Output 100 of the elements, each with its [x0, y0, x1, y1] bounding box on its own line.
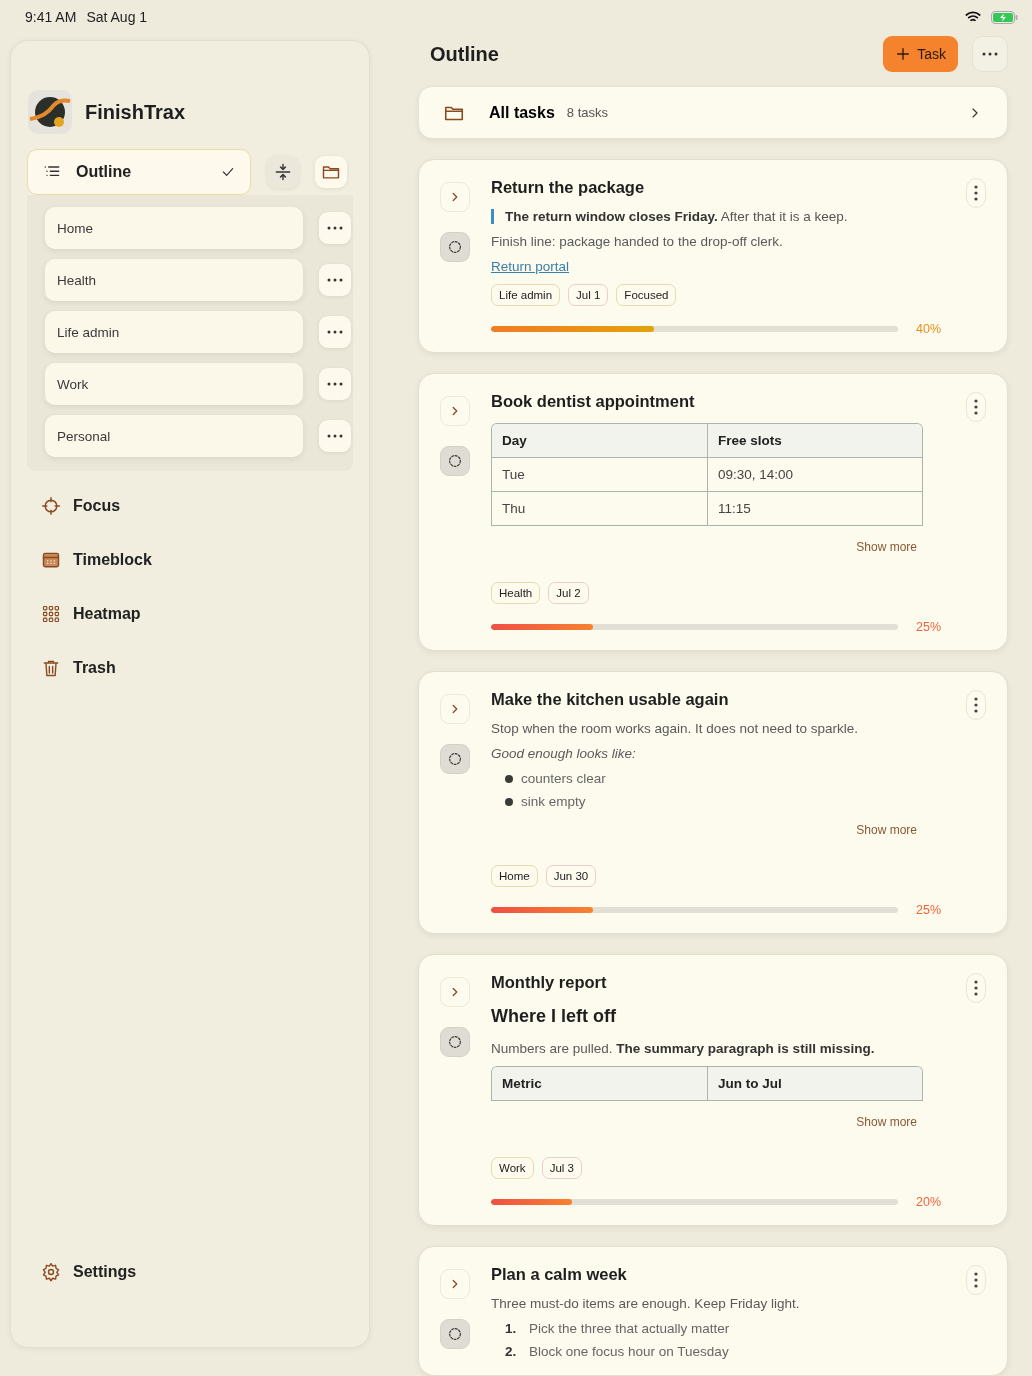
- task-title: Make the kitchen usable again: [491, 690, 730, 709]
- dashed-circle-icon: [447, 1034, 463, 1050]
- more-icon: [327, 382, 343, 386]
- note-text: Good enough looks like:: [491, 746, 637, 761]
- task-title: Book dentist appointment: [491, 392, 696, 411]
- dashed-circle-icon: [447, 453, 463, 469]
- more-icon: [327, 226, 343, 230]
- expand-button[interactable]: [440, 1269, 470, 1299]
- list-more-button[interactable]: [319, 264, 351, 296]
- calendar-icon: [41, 550, 61, 570]
- folder-button[interactable]: [315, 156, 347, 188]
- list-number: 2.: [505, 1344, 518, 1359]
- show-more-button[interactable]: Show more: [856, 536, 917, 572]
- description-text: Finish line: package handed to the drop-off clerk.: [491, 234, 784, 249]
- list-more-button[interactable]: [319, 420, 351, 452]
- list-item-text: Pick the three that actually matter: [529, 1321, 730, 1336]
- list-more-button[interactable]: [319, 368, 351, 400]
- dashed-circle-icon: [447, 239, 463, 255]
- list-item[interactable]: Life admin: [45, 311, 303, 353]
- expand-button[interactable]: [440, 694, 470, 724]
- page-title: Outline: [430, 42, 500, 66]
- more-icon: [982, 52, 998, 56]
- list-item[interactable]: Work: [45, 363, 303, 405]
- description-text: Three must-do items are enough. Keep Friday light.: [491, 1296, 801, 1311]
- task-menu-button[interactable]: [966, 178, 986, 208]
- column-header: Metric: [501, 1075, 543, 1093]
- nav-item[interactable]: Trash: [27, 641, 130, 695]
- column-header: Day: [501, 432, 528, 450]
- grid-icon: [41, 604, 61, 624]
- status-time: 9:41 AM: [25, 9, 77, 25]
- view-picker[interactable]: Outline: [27, 149, 251, 195]
- more-icon: [974, 1272, 978, 1288]
- wifi-icon: [965, 10, 981, 24]
- nav-item[interactable]: Timeblock: [27, 533, 166, 587]
- list-item[interactable]: Home: [45, 207, 303, 249]
- category-tag: Focused: [616, 284, 677, 306]
- table-cell-text: Tue: [501, 466, 526, 484]
- description-text: Numbers are pulled. The summary paragraph is still missing.: [491, 1041, 876, 1056]
- trash-icon: [41, 658, 61, 678]
- complete-button[interactable]: [440, 1319, 470, 1349]
- progress-reading: 25%: [916, 903, 942, 917]
- more-button[interactable]: [972, 36, 1008, 72]
- settings-item[interactable]: Settings: [27, 1245, 151, 1299]
- dashed-circle-icon: [447, 1326, 463, 1342]
- bullet-icon: [505, 797, 513, 806]
- add-task-button[interactable]: Task: [883, 36, 958, 72]
- collapse-button[interactable]: [267, 156, 299, 188]
- more-icon: [327, 330, 343, 334]
- collapse-icon: [273, 162, 293, 182]
- app-logo: [27, 89, 73, 135]
- list-number: 1.: [505, 1321, 518, 1336]
- task-title: Plan a calm week: [491, 1265, 628, 1284]
- table-cell-text: Thu: [501, 500, 527, 518]
- column-header: Jun to Jul: [707, 1067, 922, 1100]
- category-tag: Life admin: [491, 284, 561, 306]
- list-more-button[interactable]: [319, 316, 351, 348]
- list-more-button[interactable]: [319, 212, 351, 244]
- description-text: Stop when the room works again. It does not need to sparkle.: [491, 721, 859, 736]
- complete-button[interactable]: [440, 1027, 470, 1057]
- plus-icon: [895, 46, 912, 62]
- show-more-button[interactable]: Show more: [856, 819, 917, 855]
- category-tag: Health: [491, 582, 541, 604]
- more-icon: [974, 980, 978, 996]
- list-item[interactable]: Personal: [45, 415, 303, 457]
- task-menu-button[interactable]: [966, 973, 986, 1003]
- task-menu-button[interactable]: [966, 392, 986, 422]
- date-tag: Jun 30: [545, 865, 597, 887]
- nav-item[interactable]: Heatmap: [27, 587, 155, 641]
- show-more-button[interactable]: Show more: [856, 1111, 917, 1147]
- task-menu-button[interactable]: [966, 1265, 986, 1295]
- table-cell: 11:15: [707, 492, 922, 525]
- list-item[interactable]: Health: [45, 259, 303, 301]
- portal-link[interactable]: Return portal: [491, 259, 570, 274]
- list-item-text: sink empty: [521, 794, 586, 809]
- more-icon: [974, 697, 978, 713]
- battery-icon: [991, 10, 1018, 24]
- progress-reading: 25%: [916, 620, 942, 634]
- date-tag: Jul 3: [541, 1157, 582, 1179]
- complete-button[interactable]: [440, 744, 470, 774]
- column-header: Free slots: [707, 424, 922, 457]
- task-menu-button[interactable]: [966, 690, 986, 720]
- complete-button[interactable]: [440, 232, 470, 262]
- task-title: Monthly report: [491, 973, 608, 992]
- app-name: FinishTrax: [85, 100, 186, 124]
- all-tasks-row[interactable]: All tasks 8 tasks: [418, 86, 1008, 139]
- date-tag: Jul 1: [568, 284, 609, 306]
- bullet-icon: [505, 774, 513, 783]
- more-icon: [327, 434, 343, 438]
- table-cell: 09:30, 14:00: [707, 458, 922, 491]
- expand-button[interactable]: [440, 182, 470, 212]
- nav-item[interactable]: Focus: [27, 479, 135, 533]
- complete-button[interactable]: [440, 446, 470, 476]
- expand-button[interactable]: [440, 396, 470, 426]
- status-date: Sat Aug 1: [86, 9, 148, 25]
- category-tag: Home: [491, 865, 538, 887]
- more-icon: [974, 185, 978, 201]
- task-title: Return the package: [491, 178, 646, 197]
- category-tag: Work: [491, 1157, 534, 1179]
- list-item-text: counters clear: [521, 771, 606, 786]
- expand-button[interactable]: [440, 977, 470, 1007]
